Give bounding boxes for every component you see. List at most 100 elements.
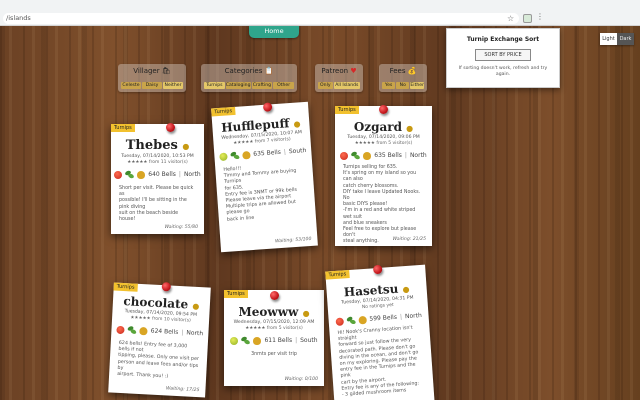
dalek-icon: 🛍	[161, 67, 171, 75]
island-date: Tuesday, 07/14/2020, 10:53 PM	[121, 154, 194, 159]
fees-filter: Fees 💰 Yes No Either	[379, 64, 427, 92]
patreon-filter: Patreon ♥ Only All Islands	[315, 64, 363, 92]
clipboard-icon: 📋	[264, 67, 274, 75]
turnip-leaf-icon	[230, 151, 240, 161]
waiting-count: Waiting: 17/25	[165, 386, 200, 394]
filter-title: Fees	[389, 67, 406, 75]
island-card[interactable]: Turnips Ozgard ● Tuesday, 07/14/2020, 09…	[335, 105, 432, 246]
hemisphere: North	[186, 329, 204, 338]
island-card[interactable]: Turnips Hufflepuff ● Wednesday, 07/15/20…	[211, 101, 318, 253]
sort-by-price-button[interactable]: SORT BY PRICE	[475, 49, 531, 61]
filter-option[interactable]: Daisy	[142, 82, 162, 89]
pear-icon	[219, 152, 228, 161]
pushpin-icon	[161, 282, 172, 292]
hemisphere: South	[288, 147, 307, 156]
browser-chrome: /islands ☆ ⋮	[0, 0, 640, 26]
address-bar[interactable]: /islands	[3, 13, 519, 24]
island-stats: 624 Bells | North	[111, 324, 208, 338]
hemisphere: North	[183, 171, 201, 178]
filter-option[interactable]: Other	[273, 82, 294, 89]
filter-option[interactable]: Turnips	[204, 82, 225, 89]
category-tag: Turnips	[111, 124, 135, 132]
visitor-rating: ★★★★★ from 5 visitor(s)	[245, 326, 303, 331]
category-tag: Turnips	[113, 282, 138, 292]
apple-icon	[114, 170, 123, 179]
waiting-count: Waiting: 0/100	[284, 377, 318, 382]
filter-option[interactable]: Only	[318, 82, 333, 89]
filter-option[interactable]: All Islands	[333, 82, 360, 89]
extension-icon[interactable]	[523, 14, 532, 23]
pushpin-icon	[262, 102, 273, 112]
filter-option[interactable]: Yes	[382, 82, 396, 89]
waiting-count: Waiting: 53/100	[274, 236, 312, 245]
popup-note: If sorting doesn't work, refresh and try…	[458, 66, 548, 77]
turnip-leaf-icon	[125, 170, 134, 179]
filter-option[interactable]: No	[396, 82, 410, 89]
island-card[interactable]: Turnips Thebes ● Tuesday, 07/14/2020, 10…	[111, 123, 204, 234]
filter-option[interactable]: Celeste	[121, 82, 141, 89]
bells-bag-icon	[242, 150, 251, 159]
filter-title: Patreon	[321, 67, 349, 75]
bells-bag-icon	[139, 326, 148, 335]
pushpin-icon	[372, 264, 383, 275]
island-card[interactable]: Turnips Hasetsu ● Tuesday, 07/14/2020, 0…	[325, 264, 435, 400]
extension-popup: Turnip Exchange Sort SORT BY PRICE If so…	[446, 28, 560, 88]
filter-option[interactable]: Neither	[163, 82, 183, 89]
island-stats: 599 Bells | North	[328, 311, 428, 327]
bells-price: 611 Bells	[264, 337, 293, 344]
island-card[interactable]: Turnips Meowww ● Wednesday, 07/15/2020, …	[224, 290, 324, 386]
filter-title: Villager	[133, 67, 160, 75]
island-description: Hello!!! Timmy and Tommy are buying Turni…	[223, 166, 298, 223]
browser-menu-icon[interactable]: ⋮	[536, 12, 544, 21]
apple-icon	[340, 151, 349, 160]
island-stats: 640 Bells | North	[111, 170, 204, 179]
island-card[interactable]: Turnips chocolate ● Tuesday, 07/14/2020,…	[108, 282, 211, 398]
categories-filter: Categories 📋 Turnips Cataloging Crafting…	[201, 64, 297, 92]
waiting-count: Waiting: 55/80	[164, 225, 198, 230]
apple-icon	[335, 317, 344, 326]
heart-icon: ♥	[350, 67, 357, 75]
light-theme-button[interactable]: Light	[600, 33, 617, 45]
island-name: Meowww ●	[238, 305, 310, 319]
filter-option[interactable]: Cataloging	[225, 82, 251, 89]
turnip-leaf-icon	[241, 336, 250, 345]
bookmark-star-icon[interactable]: ☆	[507, 13, 514, 24]
hemisphere: North	[404, 312, 422, 321]
filter-title: Categories	[224, 67, 263, 75]
apple-icon	[116, 325, 125, 334]
money-bag-icon: 💰	[407, 67, 417, 75]
pear-icon	[230, 336, 239, 345]
bells-price: 599 Bells	[369, 313, 398, 323]
hemisphere: North	[409, 152, 427, 159]
bells-price: 635 Bells	[253, 148, 282, 158]
island-date: Tuesday, 07/14/2020, 09:06 PM	[347, 135, 420, 140]
filter-option[interactable]: Either	[410, 82, 425, 89]
island-description: Turnips selling for 635. It's spring on m…	[343, 165, 421, 245]
bells-price: 624 Bells	[150, 327, 179, 336]
bells-bag-icon	[363, 151, 372, 160]
filter-option[interactable]: Crafting	[251, 82, 273, 89]
visitor-rating: ★★★★★ from 5 visitor(s)	[354, 141, 413, 146]
pushpin-icon	[270, 291, 279, 300]
home-button[interactable]: Home	[249, 26, 299, 38]
island-stats: 611 Bells | South	[224, 336, 324, 345]
turnip-leaf-icon	[351, 151, 360, 160]
island-stats: 635 Bells | South	[214, 146, 311, 162]
category-tag: Turnips	[211, 106, 236, 117]
waiting-count: Waiting: 21/25	[392, 237, 426, 242]
bells-bag-icon	[253, 336, 262, 345]
turnip-leaf-icon	[128, 325, 137, 334]
category-tag: Turnips	[224, 290, 248, 298]
bells-bag-icon	[137, 170, 146, 179]
bells-bag-icon	[358, 315, 367, 324]
bells-price: 635 Bells	[374, 152, 402, 159]
island-description: Hi! Nook's Cranny location isn't straigh…	[337, 325, 420, 398]
turnip-leaf-icon	[346, 316, 356, 326]
theme-toggle[interactable]: Light Dark	[600, 33, 634, 45]
island-name: Ozgard ●	[353, 120, 414, 134]
bells-price: 640 Bells	[148, 171, 176, 178]
island-name: Thebes ●	[125, 138, 190, 153]
dark-theme-button[interactable]: Dark	[617, 33, 634, 45]
visitor-rating: ★★★★★ from 11 visitor(s)	[127, 160, 188, 165]
category-tag: Turnips	[325, 269, 350, 280]
